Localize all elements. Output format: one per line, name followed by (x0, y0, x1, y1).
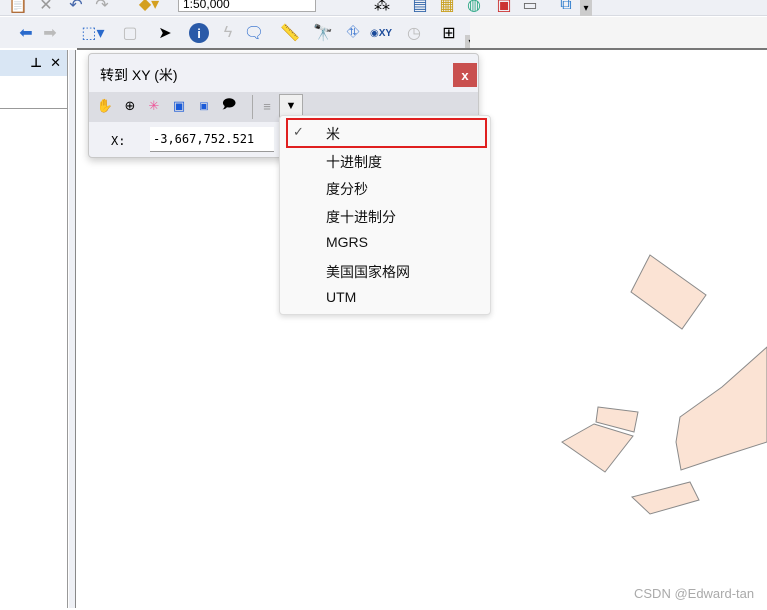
delete-icon[interactable]: ✕ (36, 0, 56, 14)
x-coordinate-input[interactable]: -3,667,752.521 (150, 127, 274, 152)
table-of-contents-panel: ⊥ ✕ (0, 50, 68, 608)
paste-icon[interactable]: 📋 (8, 0, 28, 14)
divider (0, 108, 67, 109)
checkmark-icon: ✓ (293, 124, 304, 139)
pin-icon[interactable]: ⊥ (30, 55, 42, 71)
select-elements-icon[interactable]: ➤ (155, 23, 175, 43)
go-to-xy-icon[interactable]: ◉XY (370, 21, 392, 45)
menu-item-mgrs[interactable]: MGRS (326, 234, 368, 250)
add-callout-icon[interactable]: 🗩 (219, 96, 239, 116)
dialog-title: 转到 XY (米) (100, 67, 178, 83)
menu-item-decimal-minutes[interactable]: 度十进制分 (326, 207, 396, 227)
map-scale-input[interactable]: 1:50,000 (178, 0, 316, 12)
toolbar-empty-area (470, 17, 767, 48)
find-route-icon[interactable]: ⛗ (343, 23, 363, 43)
viewer-window-icon[interactable]: ⊞ (438, 23, 460, 43)
find-icon[interactable]: 🔭 (313, 23, 333, 43)
menu-item-decimal-degrees[interactable]: 十进制度 (326, 152, 382, 172)
x-label: X: (111, 134, 126, 148)
menu-item-meters[interactable]: 米 (326, 124, 340, 144)
standard-toolbar: 📋 ✕ ↶ ↷ ◆▾ 1:50,000 ⁂ ▤ ▦ ◍ ▣ ▭ ⧉ ▾ (0, 0, 767, 16)
clear-selection-icon[interactable]: ▢ (120, 23, 140, 43)
close-button[interactable]: x (453, 63, 477, 87)
panel-close-icon[interactable]: ✕ (50, 55, 61, 71)
editor-toolbar-icon[interactable]: ⁂ (372, 0, 392, 14)
identify-icon[interactable]: i (189, 23, 209, 43)
model-builder-icon[interactable]: ⧉ (556, 0, 576, 14)
pan-to-icon[interactable]: ✋ (95, 96, 115, 116)
map-polygon (561, 423, 634, 473)
watermark: CSDN @Edward-tan (634, 586, 755, 601)
divider (252, 95, 253, 119)
toolbar-overflow-icon[interactable]: ▾ (580, 0, 592, 16)
time-slider-icon[interactable]: ◷ (404, 23, 424, 43)
tools-toolbar: ⬅ ➡ ⬚▾ ▢ ➤ i ϟ 🗨 📏 🔭 ⛗ ◉XY ◷ ⊞ ▾ (0, 17, 477, 49)
recent-locations-icon[interactable]: ≡ (257, 96, 277, 116)
html-popup-icon[interactable]: 🗨 (244, 23, 264, 43)
panel-header: ⊥ ✕ (0, 50, 67, 76)
measure-icon[interactable]: 📏 (279, 23, 301, 43)
menu-item-dms[interactable]: 度分秒 (326, 179, 368, 199)
add-labeled-point-icon[interactable]: ▣ (194, 96, 214, 116)
catalog-icon[interactable]: ▦ (437, 0, 457, 14)
splitter[interactable] (69, 50, 76, 608)
undo-icon[interactable]: ↶ (66, 0, 86, 14)
map-polygon (630, 481, 700, 515)
back-extent-icon[interactable]: ⬅ (16, 23, 36, 43)
forward-extent-icon[interactable]: ➡ (40, 23, 60, 43)
select-features-icon[interactable]: ⬚▾ (76, 23, 110, 43)
flash-icon[interactable]: ✳ (144, 96, 164, 116)
zoom-to-icon[interactable]: ⊕ (120, 96, 140, 116)
search-window-icon[interactable]: ◍ (464, 0, 484, 14)
table-of-contents-icon[interactable]: ▤ (410, 0, 430, 14)
units-dropdown-menu: ✓ 米 十进制度 度分秒 度十进制分 MGRS 美国国家格网 UTM (279, 115, 491, 315)
menu-item-usng[interactable]: 美国国家格网 (326, 262, 410, 282)
add-data-icon[interactable]: ◆▾ (134, 0, 164, 14)
map-polygon (630, 254, 707, 330)
hyperlink-icon[interactable]: ϟ (218, 23, 238, 43)
python-window-icon[interactable]: ▭ (520, 0, 540, 14)
arctoolbox-icon[interactable]: ▣ (494, 0, 514, 14)
selected-item-highlight (286, 118, 487, 148)
redo-icon[interactable]: ↷ (92, 0, 112, 14)
menu-item-utm[interactable]: UTM (326, 289, 356, 305)
map-polygon (675, 346, 767, 471)
add-point-icon[interactable]: ▣ (169, 96, 189, 116)
